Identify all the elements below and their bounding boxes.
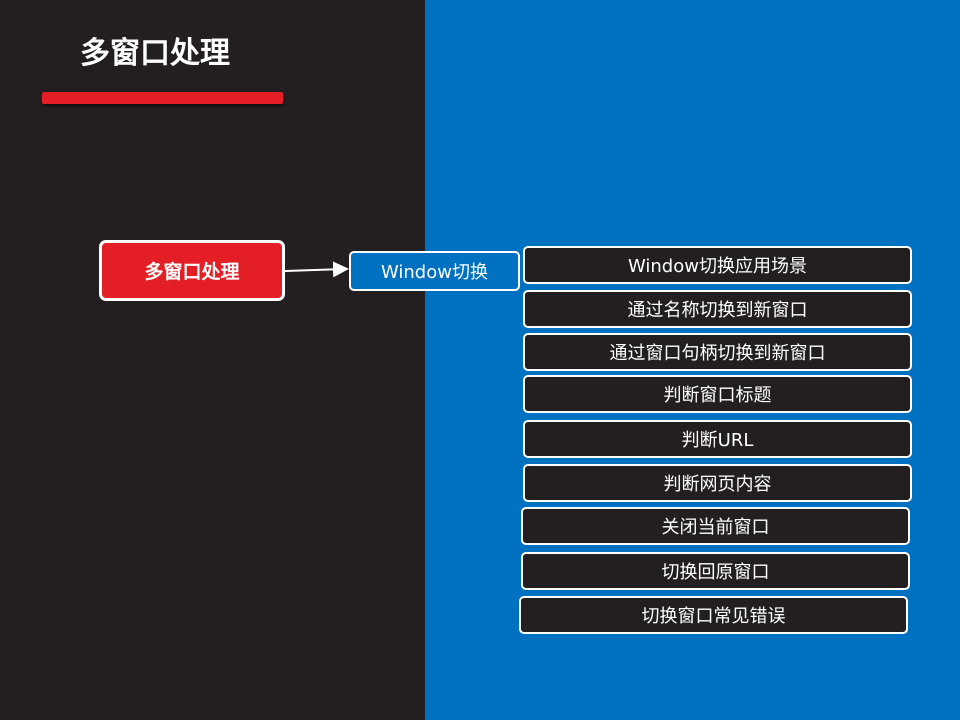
left-background-panel <box>0 0 425 720</box>
branch-item-check-url[interactable]: 判断URL <box>523 420 912 458</box>
branch-item-check-content[interactable]: 判断网页内容 <box>523 464 912 502</box>
title-underline-bar <box>42 92 283 104</box>
branch-item-check-title[interactable]: 判断窗口标题 <box>523 375 912 413</box>
slide-title: 多窗口处理 <box>80 36 230 71</box>
branch-item-switch-by-name[interactable]: 通过名称切换到新窗口 <box>523 290 912 328</box>
branch-item-switch-by-handle[interactable]: 通过窗口句柄切换到新窗口 <box>523 333 912 371</box>
mindmap-window-switch-node[interactable]: Window切换 <box>349 251 520 291</box>
branch-item-common-errors[interactable]: 切换窗口常见错误 <box>519 596 908 634</box>
branch-item-use-cases[interactable]: Window切换应用场景 <box>523 246 912 284</box>
branch-item-close-window[interactable]: 关闭当前窗口 <box>521 507 910 545</box>
mindmap-root-node[interactable]: 多窗口处理 <box>99 240 285 301</box>
branch-item-switch-back[interactable]: 切换回原窗口 <box>521 552 910 590</box>
